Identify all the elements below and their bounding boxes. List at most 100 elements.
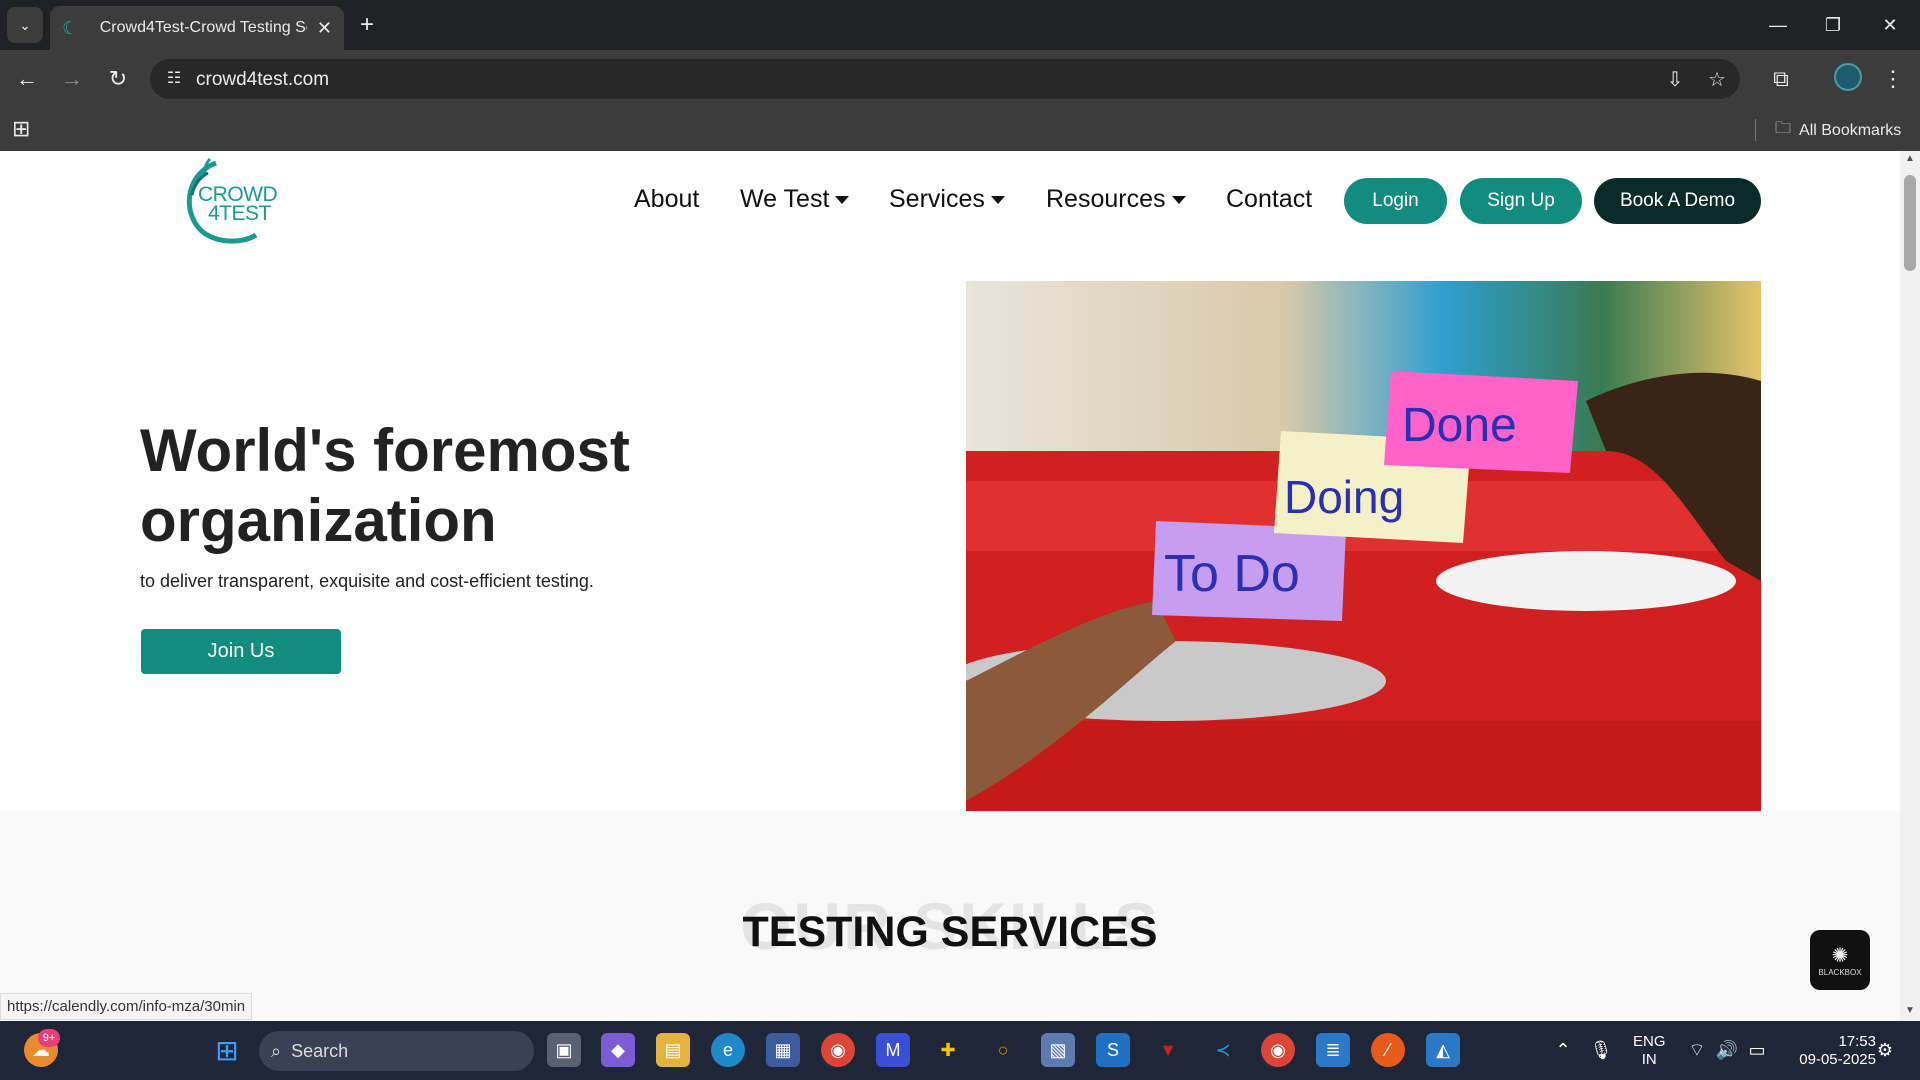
site-favicon-icon: ☾	[62, 18, 79, 38]
url-text[interactable]: crowd4test.com	[196, 69, 329, 91]
clock-time: 17:53	[1838, 1033, 1876, 1050]
address-bar[interactable]: ☷ crowd4test.com ⇩ ☆	[150, 59, 1740, 99]
logo-line-2: 4TEST	[208, 202, 271, 225]
caret-down-icon	[1171, 196, 1186, 205]
nav-about[interactable]: About	[634, 185, 699, 214]
app-stack-icon[interactable]: ✚	[931, 1033, 965, 1067]
logo-text: CROWD 4TEST	[198, 184, 278, 225]
hero-subtitle: to deliver transparent, exquisite and co…	[140, 571, 594, 591]
app-slash-icon[interactable]: ⁄	[1371, 1033, 1405, 1067]
note-doing-text: Doing	[1284, 471, 1404, 523]
scroll-up-icon[interactable]: ▲	[1904, 153, 1916, 164]
profile-avatar[interactable]	[1834, 63, 1862, 91]
caret-down-icon	[990, 196, 1005, 205]
bookmarks-bar: ⊞ 🗀 All Bookmarks	[0, 108, 1920, 151]
taskbar-search[interactable]: ⌕ Search	[259, 1031, 534, 1071]
extensions-icon[interactable]: ⧉	[1766, 64, 1796, 94]
volume-icon[interactable]: 🔊	[1710, 1033, 1744, 1067]
browser-toolbar: ← → ↻ ☷ crowd4test.com ⇩ ☆ ⧉ ⋮	[0, 50, 1920, 108]
bookmarks-divider	[1755, 119, 1756, 141]
crowd4test-logo[interactable]: CROWD 4TEST	[178, 155, 288, 245]
nav-we-test[interactable]: We Test	[740, 185, 850, 214]
folder-icon: 🗀	[1775, 120, 1792, 137]
notifications-icon[interactable]: ⚙	[1868, 1033, 1902, 1067]
login-button[interactable]: Login	[1344, 178, 1447, 224]
blackbox-label: BLACKBOX	[1818, 968, 1862, 977]
blackbox-widget[interactable]: ✺ BLACKBOX	[1810, 930, 1870, 990]
notepad-icon[interactable]: ≣	[1316, 1033, 1350, 1067]
skills-section: OUR SKILLS TESTING SERVICES	[0, 811, 1920, 1021]
nav-resources[interactable]: Resources	[1046, 185, 1186, 214]
app-document-icon[interactable]: ▧	[1041, 1033, 1075, 1067]
note-todo-text: To Do	[1164, 545, 1300, 603]
region-label: IN	[1641, 1051, 1657, 1068]
task-view-icon[interactable]: ▣	[547, 1033, 581, 1067]
mcafee-icon[interactable]: ▼	[1151, 1033, 1185, 1067]
microphone-icon[interactable]: 🎙	[1584, 1033, 1618, 1067]
app-photo-icon[interactable]: ◭	[1426, 1033, 1460, 1067]
page-viewport: CROWD 4TEST About We Test Services Resou…	[0, 151, 1920, 1021]
tab-close-icon[interactable]: ✕	[317, 18, 332, 39]
book-demo-button[interactable]: Book A Demo	[1594, 178, 1761, 224]
search-label: Search	[291, 1040, 349, 1061]
scroll-thumb[interactable]	[1904, 175, 1916, 271]
vscode-icon[interactable]: ≺	[1206, 1033, 1240, 1067]
hero-image: To Do Doing Done	[966, 281, 1761, 811]
skype-icon[interactable]: S	[1096, 1033, 1130, 1067]
tab-search-icon[interactable]: ⌄	[7, 7, 43, 43]
copilot-icon[interactable]: ◆	[601, 1033, 635, 1067]
note-done-text: Done	[1402, 399, 1517, 452]
new-tab-icon[interactable]: +	[352, 10, 382, 40]
caret-down-icon	[835, 196, 850, 205]
install-app-icon[interactable]: ⇩	[1662, 67, 1688, 93]
bookmark-star-icon[interactable]: ☆	[1704, 67, 1730, 93]
back-icon[interactable]: ←	[12, 64, 42, 94]
nav-services[interactable]: Services	[889, 185, 1005, 214]
start-icon[interactable]: ⊞	[210, 1033, 244, 1067]
file-explorer-icon[interactable]: ▤	[656, 1033, 690, 1067]
reload-icon[interactable]: ↻	[103, 64, 133, 94]
page-scrollbar[interactable]: ▲ ▼	[1900, 151, 1920, 1021]
apps-grid-icon[interactable]: ⊞	[12, 116, 30, 142]
close-window-icon[interactable]: ✕	[1870, 10, 1910, 40]
battery-icon[interactable]: ▭	[1740, 1033, 1774, 1067]
browser-tab[interactable]: ☾ Crowd4Test-Crowd Testing Serv ✕	[50, 6, 344, 50]
sticky-notes-illustration: To Do Doing Done	[966, 281, 1761, 811]
clock[interactable]: 17:53 09-05-2025	[1786, 1033, 1876, 1069]
all-bookmarks-button[interactable]: 🗀 All Bookmarks	[1775, 117, 1901, 144]
language-label: ENG	[1633, 1033, 1666, 1050]
edge-icon[interactable]: e	[711, 1033, 745, 1067]
tray-chevron-icon[interactable]: ⌃	[1546, 1033, 1580, 1067]
app-circle-icon[interactable]: ○	[986, 1033, 1020, 1067]
nav-contact[interactable]: Contact	[1226, 185, 1312, 214]
forward-icon[interactable]: →	[57, 64, 87, 94]
hero-title-line-1: World's foremost	[140, 417, 630, 484]
windows-taskbar: ☁ 9+ ⊞ ⌕ Search ▣ ◆ ▤ e ▦ ◉ M ✚ ○ ▧ S ▼ …	[0, 1021, 1920, 1080]
restore-icon[interactable]: ❐	[1813, 10, 1853, 40]
menu-dots-icon[interactable]: ⋮	[1878, 64, 1908, 94]
language-indicator[interactable]: ENG IN	[1633, 1033, 1666, 1069]
hero-title: World's foremost organization	[140, 416, 840, 556]
wifi-icon[interactable]: ⌔	[1680, 1033, 1714, 1067]
scroll-down-icon[interactable]: ▼	[1904, 1005, 1916, 1016]
nav-we-test-label: We Test	[740, 185, 830, 213]
hero-title-line-2: organization	[140, 487, 497, 554]
tab-title: Crowd4Test-Crowd Testing Serv	[99, 19, 307, 36]
site-info-icon[interactable]: ☷	[162, 67, 186, 91]
chrome-icon[interactable]: ◉	[821, 1033, 855, 1067]
nav-resources-label: Resources	[1046, 185, 1166, 213]
browser-tab-strip: ⌄ ☾ Crowd4Test-Crowd Testing Serv ✕ + — …	[0, 0, 1920, 50]
store-icon[interactable]: ▦	[766, 1033, 800, 1067]
blackbox-icon: ✺	[1831, 945, 1849, 967]
skills-title: TESTING SERVICES	[742, 908, 1158, 956]
minimize-icon[interactable]: —	[1758, 10, 1798, 40]
signup-button[interactable]: Sign Up	[1460, 178, 1582, 224]
app-m-icon[interactable]: M	[876, 1033, 910, 1067]
link-status-bar: https://calendly.com/info-mza/30min	[0, 993, 253, 1020]
chrome-active-icon[interactable]: ◉	[1261, 1033, 1295, 1067]
all-bookmarks-label: All Bookmarks	[1799, 121, 1902, 139]
clock-date: 09-05-2025	[1799, 1051, 1876, 1068]
join-us-button[interactable]: Join Us	[141, 629, 341, 674]
search-icon: ⌕	[271, 1040, 282, 1061]
notification-badge: 9+	[38, 1029, 60, 1047]
